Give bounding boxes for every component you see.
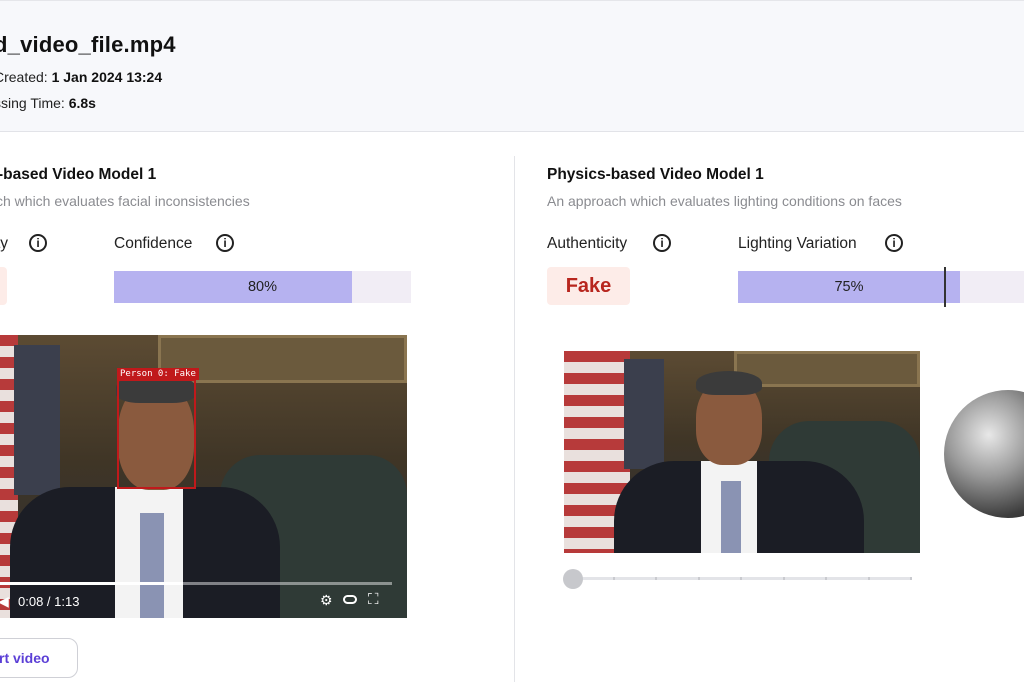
info-icon[interactable]: i [216, 234, 234, 252]
person-tie [140, 513, 164, 618]
right-model-title: Physics-based Video Model 1 [547, 166, 764, 183]
slider-tick [868, 577, 870, 580]
info-icon[interactable]: i [29, 234, 47, 252]
info-icon[interactable]: i [885, 234, 903, 252]
frame-slider-track[interactable] [572, 577, 912, 580]
lighting-marker [944, 267, 946, 307]
file-title: d_video_file.mp4 [0, 32, 176, 57]
processing-label: ssing Time: [0, 95, 65, 111]
created-value: 1 Jan 2024 13:24 [51, 69, 163, 85]
column-divider [514, 156, 515, 682]
left-model-title: -based Video Model 1 [0, 166, 157, 183]
right-authenticity-label: Authenticity [547, 235, 628, 252]
left-confidence-label: Confidence [114, 235, 193, 252]
left-authenticity-label: ty [0, 235, 9, 252]
processing-meta: ssing Time: 6.8s [0, 95, 96, 111]
left-model-description: ch which evaluates facial inconsistencie… [0, 193, 250, 209]
slider-tick [655, 577, 657, 580]
created-label: Created: [0, 69, 48, 85]
slider-tick [825, 577, 827, 580]
left-authenticity-badge [0, 267, 7, 305]
processing-value: 6.8s [68, 95, 96, 111]
frame-slider-thumb[interactable] [563, 569, 583, 589]
lighting-sphere [944, 390, 1024, 518]
lighting-variation-bar: 75% [738, 271, 1024, 303]
volume-icon[interactable]: ◀ [0, 593, 9, 610]
right-video-frame [564, 351, 920, 553]
confidence-value: 80% [247, 279, 278, 295]
right-authenticity-badge: Fake [547, 267, 630, 305]
person-tie [721, 481, 741, 553]
face-detection-label: Person 0: Fake [117, 368, 199, 380]
info-icon[interactable]: i [653, 234, 671, 252]
file-header: d_video_file.mp4 Created: 1 Jan 2024 13:… [0, 0, 1024, 132]
video-time: 0:08 / 1:13 [18, 594, 80, 609]
created-meta: Created: 1 Jan 2024 13:24 [0, 69, 162, 85]
slider-tick [783, 577, 785, 580]
slider-tick [698, 577, 700, 580]
right-model-description: An approach which evaluates lighting con… [547, 193, 902, 209]
person-hair [696, 371, 762, 395]
slider-tick [613, 577, 615, 580]
video-progress-played [0, 582, 183, 585]
left-video-player[interactable]: Person 0: Fake ◀ 0:08 / 1:13 ⚙ ⛶ [0, 335, 407, 618]
pip-icon[interactable] [343, 595, 357, 604]
flag-dark [624, 359, 664, 469]
flag-dark [14, 345, 60, 495]
confidence-bar: 80% [114, 271, 411, 303]
lighting-variation-label: Lighting Variation [738, 235, 857, 252]
slider-tick [910, 577, 912, 580]
slider-tick [740, 577, 742, 580]
settings-icon[interactable]: ⚙ [320, 592, 333, 609]
lighting-variation-value: 75% [834, 279, 864, 295]
face-detection-box [117, 379, 196, 489]
export-video-button[interactable]: rt video [0, 638, 78, 678]
fullscreen-icon[interactable]: ⛶ [368, 591, 379, 608]
